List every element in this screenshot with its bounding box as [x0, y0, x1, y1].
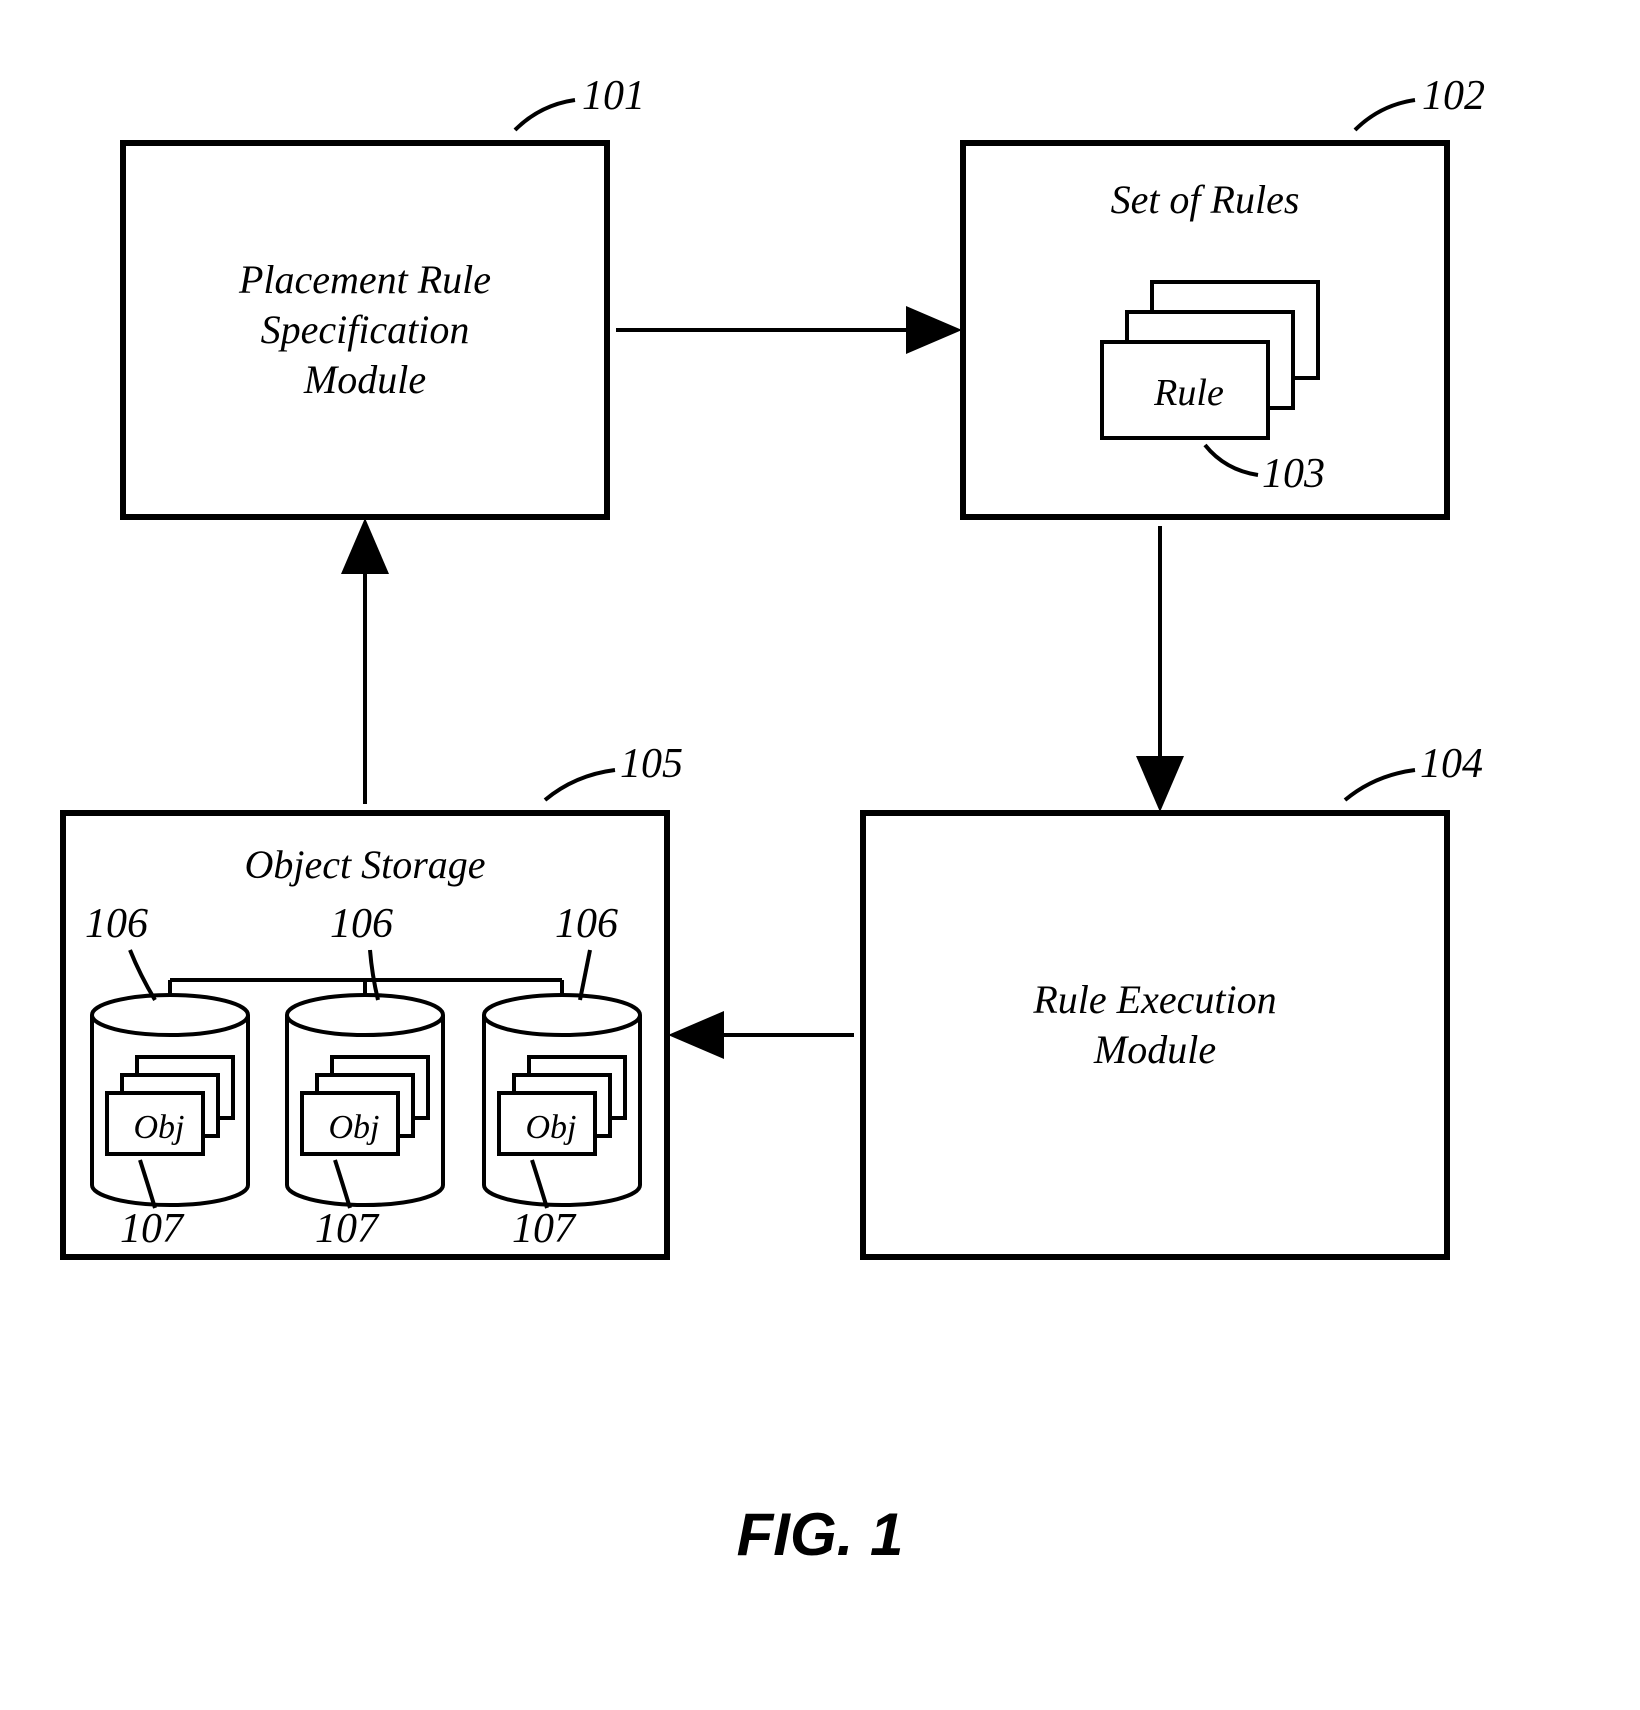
rule-card-label: Rule [1104, 370, 1274, 418]
obj-label-1: Obj [109, 1107, 209, 1150]
rule-card-stack: Rule [1100, 280, 1320, 450]
ref-107-c: 107 [512, 1205, 575, 1253]
box-104-text: Rule Execution Module [860, 975, 1450, 1075]
ref-106-a: 106 [85, 900, 148, 948]
ref-106-c: 106 [555, 900, 618, 948]
ref-102: 102 [1422, 72, 1485, 120]
obj-stack-1: Obj [105, 1055, 235, 1165]
ref-107-a: 107 [120, 1205, 183, 1253]
diagram-stage: Placement Rule Specification Module 101 … [0, 0, 1640, 1710]
ref-103: 103 [1262, 450, 1325, 498]
obj-stack-3: Obj [497, 1055, 627, 1165]
ref-106-b: 106 [330, 900, 393, 948]
ref-104: 104 [1420, 740, 1483, 788]
ref-105: 105 [620, 740, 683, 788]
ref-107-b: 107 [315, 1205, 378, 1253]
box-101-text: Placement Rule Specification Module [120, 255, 610, 405]
obj-label-2: Obj [304, 1107, 404, 1150]
figure-caption: FIG. 1 [0, 1500, 1640, 1569]
obj-stack-2: Obj [300, 1055, 430, 1165]
obj-label-3: Obj [501, 1107, 601, 1150]
box-105-title: Object Storage [60, 840, 670, 890]
ref-101: 101 [582, 72, 645, 120]
box-102-title: Set of Rules [960, 175, 1450, 225]
